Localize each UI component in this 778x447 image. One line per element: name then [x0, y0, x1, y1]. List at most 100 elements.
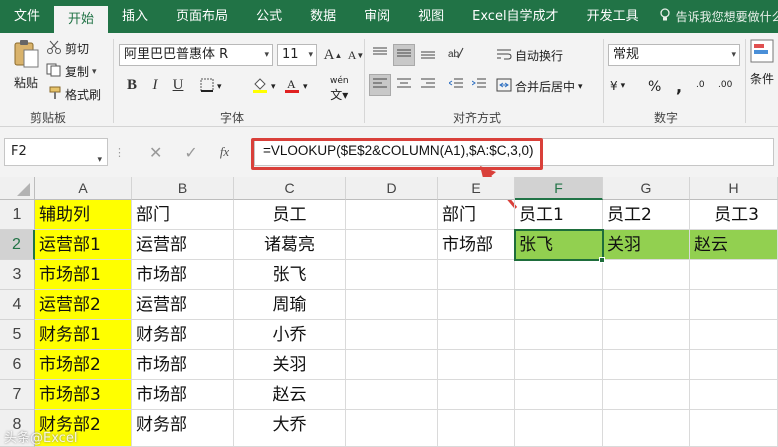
comma-button[interactable]: , [676, 77, 682, 96]
cell-E7[interactable] [438, 380, 515, 410]
cell-B8[interactable]: 财务部 [132, 410, 234, 447]
cell-C6[interactable]: 关羽 [234, 350, 346, 380]
align-top-button[interactable] [369, 44, 391, 66]
cell-A4[interactable]: 运营部2 [35, 290, 132, 320]
increase-decimal-button[interactable]: .0 [696, 80, 705, 90]
cell-G4[interactable] [603, 290, 690, 320]
underline-button[interactable]: U [167, 74, 189, 96]
cell-D5[interactable] [346, 320, 438, 350]
align-middle-button[interactable] [393, 44, 415, 66]
cell-F7[interactable] [515, 380, 603, 410]
align-center-button[interactable] [393, 74, 415, 96]
copy-button[interactable]: 复制 ▾ [46, 63, 97, 80]
tab-file[interactable]: 文件 [0, 0, 54, 33]
cell-E3[interactable] [438, 260, 515, 290]
cell-A7[interactable]: 市场部3 [35, 380, 132, 410]
cell-A1[interactable]: 辅助列 [35, 200, 132, 230]
cell-G2[interactable]: 关羽 [603, 230, 690, 260]
cell-C4[interactable]: 周瑜 [234, 290, 346, 320]
cell-F6[interactable] [515, 350, 603, 380]
tab-data[interactable]: 数据 [296, 0, 350, 33]
tab-excel-zixue[interactable]: Excel自学成才 [458, 0, 572, 33]
paste-button[interactable]: 粘贴 [12, 39, 40, 91]
cell-E6[interactable] [438, 350, 515, 380]
column-header-C[interactable]: C [234, 177, 346, 200]
row-header-2[interactable]: 2 [0, 230, 35, 260]
tab-page-layout[interactable]: 页面布局 [162, 0, 242, 33]
orientation-button[interactable]: ab [445, 44, 467, 66]
tab-formulas[interactable]: 公式 [242, 0, 296, 33]
cell-D4[interactable] [346, 290, 438, 320]
borders-button[interactable]: ▾ [200, 78, 222, 95]
row-header-5[interactable]: 5 [0, 320, 35, 350]
cell-E8[interactable] [438, 410, 515, 447]
column-header-A[interactable]: A [35, 177, 132, 200]
column-header-D[interactable]: D [346, 177, 438, 200]
cancel-icon[interactable]: ✕ [149, 143, 162, 162]
cell-G7[interactable] [603, 380, 690, 410]
cell-F2[interactable]: 张飞 [514, 229, 604, 261]
fill-handle[interactable] [599, 257, 605, 263]
align-bottom-button[interactable] [417, 44, 439, 66]
row-header-6[interactable]: 6 [0, 350, 35, 380]
tab-review[interactable]: 审阅 [350, 0, 404, 33]
percent-button[interactable]: % [648, 79, 661, 95]
cell-H7[interactable] [690, 380, 778, 410]
cell-F8[interactable] [515, 410, 603, 447]
bold-button[interactable]: B [121, 74, 143, 96]
cell-H4[interactable] [690, 290, 778, 320]
cell-E1[interactable]: 部门 [438, 200, 515, 230]
cell-B1[interactable]: 部门 [132, 200, 234, 230]
wrap-text-button[interactable]: 自动换行 [496, 47, 563, 64]
decrease-decimal-button[interactable]: .00 [718, 80, 732, 90]
cell-B5[interactable]: 财务部 [132, 320, 234, 350]
row-header-3[interactable]: 3 [0, 260, 35, 290]
cell-C3[interactable]: 张飞 [234, 260, 346, 290]
cell-H2[interactable]: 赵云 [690, 230, 778, 260]
cell-G8[interactable] [603, 410, 690, 447]
cell-G5[interactable] [603, 320, 690, 350]
check-icon[interactable]: ✓ [184, 143, 197, 162]
tab-home[interactable]: 开始 [54, 6, 109, 33]
align-left-button[interactable] [369, 74, 391, 96]
conditional-formatting-button[interactable]: 条件 [750, 39, 774, 87]
italic-button[interactable]: I [144, 74, 166, 96]
font-color-button[interactable]: A ▾ [284, 77, 308, 96]
row-header-7[interactable]: 7 [0, 380, 35, 410]
cell-B2[interactable]: 运营部 [132, 230, 234, 260]
increase-indent-button[interactable] [468, 74, 490, 96]
cell-C7[interactable]: 赵云 [234, 380, 346, 410]
merge-center-button[interactable]: 合并后居中 ▾ [496, 78, 583, 95]
tell-me-box[interactable]: 告诉我您想要做什么 [659, 8, 778, 25]
cell-D8[interactable] [346, 410, 438, 447]
cell-D7[interactable] [346, 380, 438, 410]
cell-D6[interactable] [346, 350, 438, 380]
cell-H1[interactable]: 员工3 [690, 200, 778, 230]
cell-D2[interactable] [346, 230, 438, 260]
cell-G6[interactable] [603, 350, 690, 380]
column-header-E[interactable]: E [438, 177, 515, 200]
insert-function-icon[interactable]: fx [220, 144, 229, 160]
cell-G1[interactable]: 员工2 [603, 200, 690, 230]
cell-E2[interactable]: 市场部 [438, 230, 515, 260]
tab-insert[interactable]: 插入 [108, 0, 162, 33]
phonetic-button[interactable]: wén 文▾ [330, 76, 349, 103]
cell-A6[interactable]: 市场部2 [35, 350, 132, 380]
cell-B7[interactable]: 市场部 [132, 380, 234, 410]
cell-A2[interactable]: 运营部1 [35, 230, 132, 260]
grow-font-button[interactable]: A ▲ [322, 44, 344, 66]
select-all-corner[interactable] [0, 177, 35, 200]
cell-H5[interactable] [690, 320, 778, 350]
number-format-select[interactable]: 常规 ▾ [608, 44, 740, 66]
cell-B3[interactable]: 市场部 [132, 260, 234, 290]
currency-button[interactable]: ¥ ▾ [610, 79, 625, 93]
align-right-button[interactable] [417, 74, 439, 96]
column-header-G[interactable]: G [603, 177, 690, 200]
cell-F1[interactable]: 员工1 [515, 200, 603, 230]
font-size-select[interactable]: 11 ▾ [277, 44, 317, 66]
cell-F3[interactable] [515, 260, 603, 290]
cell-F5[interactable] [515, 320, 603, 350]
cell-B6[interactable]: 市场部 [132, 350, 234, 380]
row-header-4[interactable]: 4 [0, 290, 35, 320]
name-box[interactable]: F2 ▾ [4, 138, 108, 166]
